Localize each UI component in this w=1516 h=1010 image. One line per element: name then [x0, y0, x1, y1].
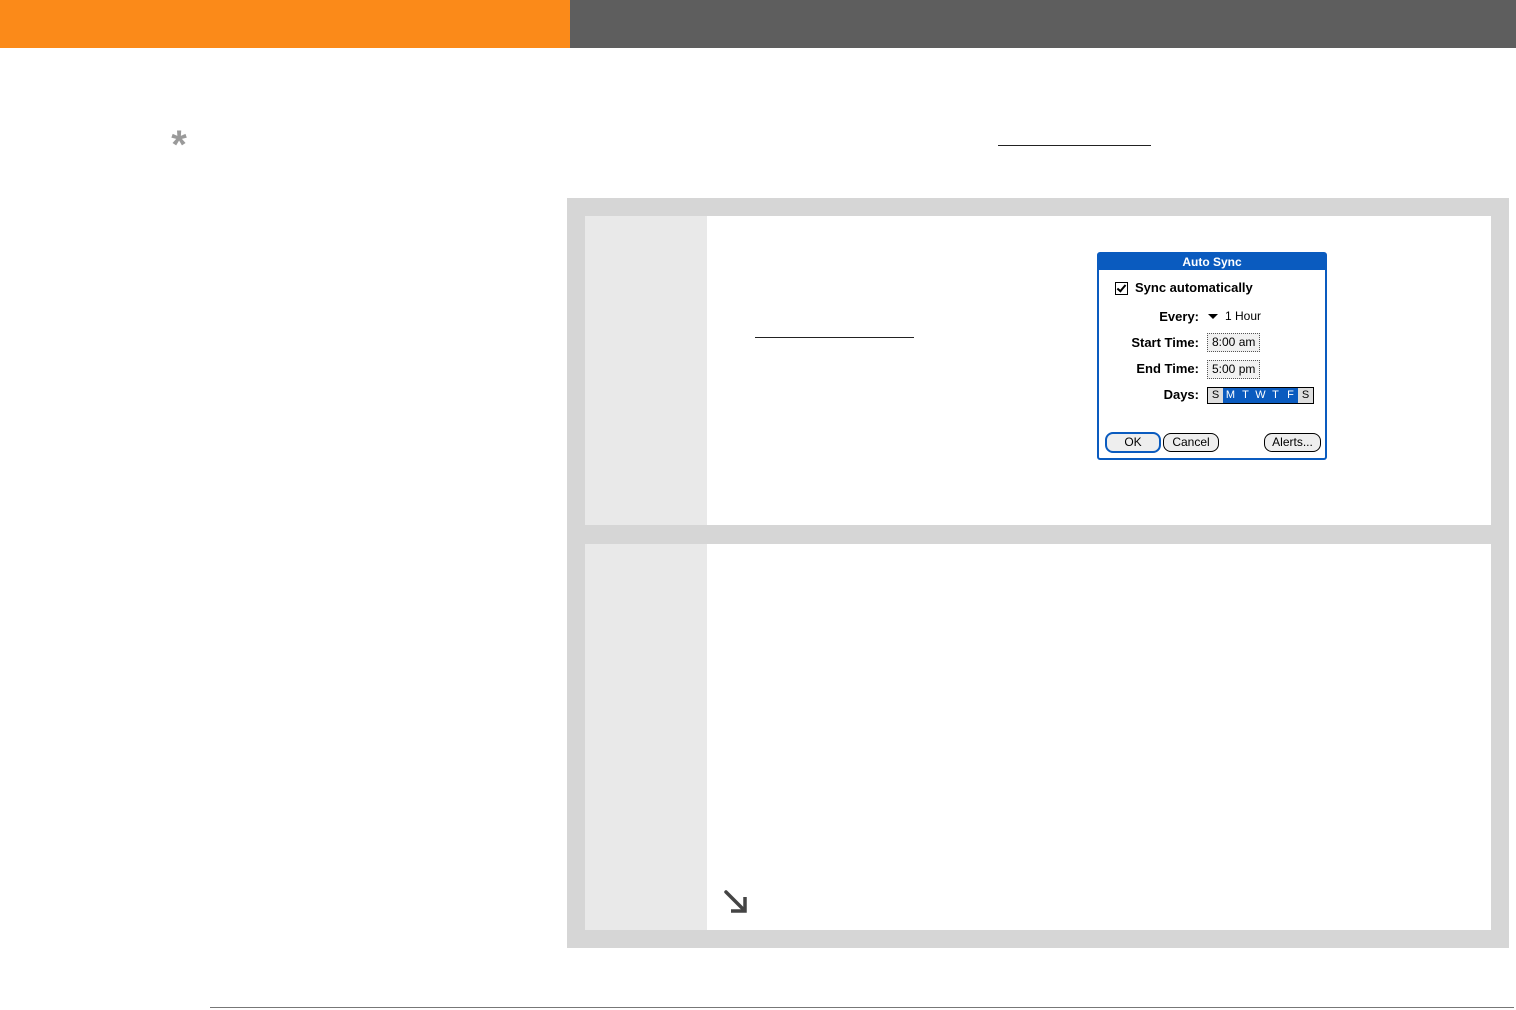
- step-number-column: [585, 544, 707, 930]
- start-time-field[interactable]: 8:00 am: [1207, 333, 1261, 352]
- header-bar: [570, 0, 1516, 48]
- cancel-button[interactable]: Cancel: [1163, 433, 1219, 452]
- start-time-label: Start Time:: [1131, 335, 1199, 350]
- day-wednesday[interactable]: W: [1253, 388, 1268, 403]
- every-select[interactable]: 1 Hour: [1225, 309, 1261, 323]
- day-tuesday[interactable]: T: [1238, 388, 1253, 403]
- sync-checkbox-label: Sync automatically: [1135, 280, 1253, 295]
- end-time-field[interactable]: 5:00 pm: [1207, 360, 1261, 379]
- ok-button[interactable]: OK: [1105, 432, 1161, 453]
- end-time-label: End Time:: [1136, 361, 1199, 376]
- day-thursday[interactable]: T: [1268, 388, 1283, 403]
- cross-reference-link[interactable]: [998, 145, 1151, 146]
- arrow-down-right-icon: [724, 890, 747, 913]
- day-saturday[interactable]: S: [1298, 388, 1313, 403]
- step-number-column: [585, 216, 707, 525]
- step-link[interactable]: [755, 337, 914, 338]
- every-label: Every:: [1159, 309, 1199, 324]
- footer-rule: [210, 1007, 1514, 1008]
- alerts-button[interactable]: Alerts...: [1264, 433, 1321, 452]
- day-friday[interactable]: F: [1283, 388, 1298, 403]
- step-2: [585, 544, 1491, 930]
- step-1: Auto Sync Sync automatically Every: 1 Ho…: [585, 216, 1491, 525]
- header-accent-bar: [0, 0, 570, 48]
- dropdown-triangle-icon[interactable]: [1208, 314, 1218, 319]
- day-sunday[interactable]: S: [1208, 388, 1223, 403]
- asterisk-icon: *: [171, 123, 187, 167]
- days-label: Days:: [1163, 387, 1199, 402]
- auto-sync-dialog: Auto Sync Sync automatically Every: 1 Ho…: [1097, 252, 1327, 460]
- day-monday[interactable]: M: [1223, 388, 1238, 403]
- dialog-title: Auto Sync: [1099, 254, 1325, 270]
- days-selector: S M T W T F S: [1207, 387, 1314, 404]
- sync-checkbox[interactable]: [1115, 282, 1128, 295]
